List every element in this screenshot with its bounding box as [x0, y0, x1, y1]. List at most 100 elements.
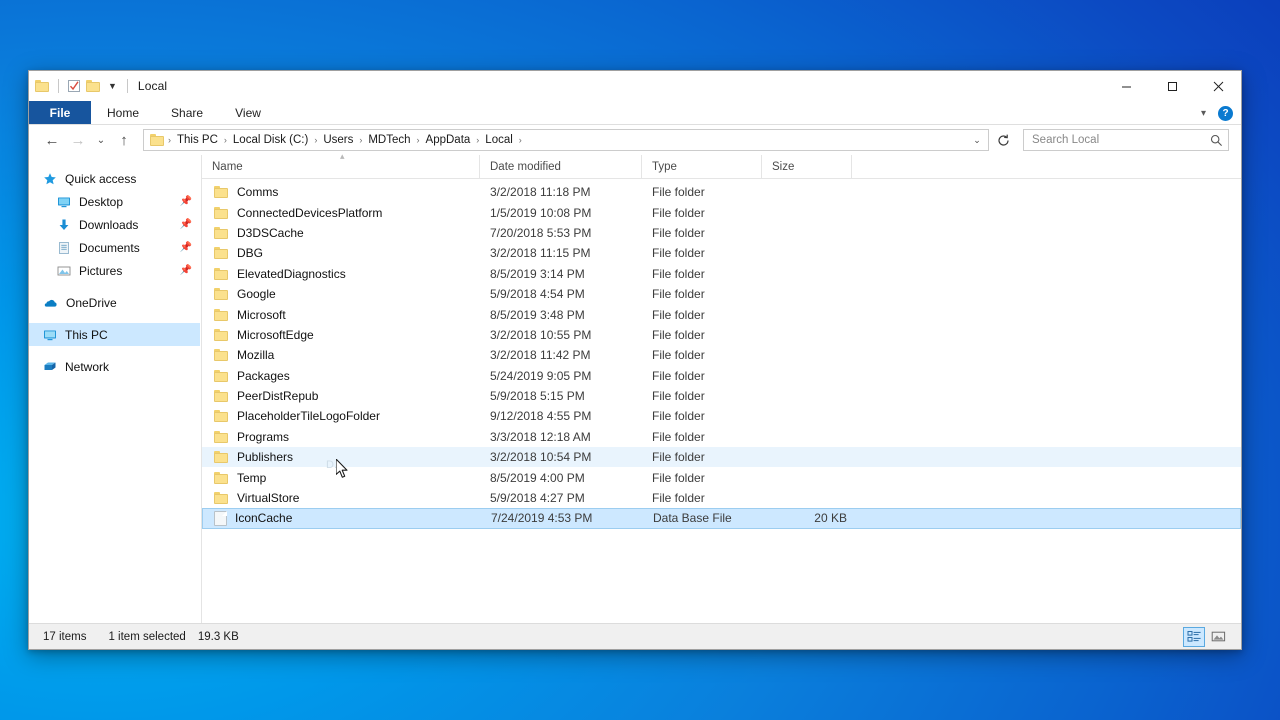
table-row[interactable]: ElevatedDiagnostics 8/5/2019 3:14 PM File … [202, 264, 1241, 284]
search-placeholder: Search Local [1032, 134, 1100, 146]
back-button[interactable]: ← [39, 128, 65, 152]
sidebar-item-label: Documents [79, 240, 140, 255]
pin-icon[interactable]: 📌 [180, 196, 192, 207]
column-header-row: Name ▴ Date modified Type Size [202, 151, 1241, 179]
folder-icon [214, 349, 229, 362]
recent-locations-chevron-icon[interactable]: ⌄ [91, 128, 111, 152]
column-header-size[interactable]: Size [762, 155, 852, 178]
type-cell: File folder [652, 307, 705, 322]
table-row[interactable]: DBG 3/2/2018 11:15 PM File folder [202, 243, 1241, 263]
sidebar-item-desktop[interactable]: Desktop 📌 [29, 190, 200, 213]
tab-file[interactable]: File [29, 101, 91, 124]
breadcrumb-local-disk[interactable]: Local Disk (C:) [228, 133, 313, 147]
tab-share[interactable]: Share [155, 101, 219, 124]
file-rows: Comms 3/2/2018 11:18 PM File folder Connect… [202, 179, 1241, 623]
search-icon[interactable] [1210, 134, 1223, 147]
file-name-cell: PlaceholderTileLogoFolder [202, 409, 480, 423]
table-row[interactable]: Programs 3/3/2018 12:18 AM File folder [202, 427, 1241, 447]
details-view-button[interactable] [1183, 626, 1205, 647]
table-row[interactable]: Packages 5/24/2019 9:05 PM File folder [202, 366, 1241, 386]
sidebar-item-label: Pictures [79, 263, 123, 278]
file-name-cell: D3DSCache [202, 226, 480, 240]
folder-icon [214, 369, 229, 382]
file-name-label: Programs [237, 429, 290, 444]
table-row[interactable]: Google 5/9/2018 4:54 PM File folder [202, 284, 1241, 304]
address-bar[interactable]: › This PC › Local Disk (C:) › Users › MD… [143, 129, 989, 151]
date-modified-cell: 5/9/2018 4:54 PM [490, 287, 585, 302]
nav-spacer-2 [29, 314, 200, 323]
properties-icon[interactable] [67, 79, 81, 93]
file-name-label: Microsoft [237, 307, 286, 322]
type-cell: File folder [652, 205, 705, 220]
file-name-cell: Comms [202, 185, 480, 199]
folder-icon [214, 328, 229, 341]
date-modified-cell: 3/2/2018 10:55 PM [490, 327, 592, 342]
table-row[interactable]: MicrosoftEdge 3/2/2018 10:55 PM File folde… [202, 325, 1241, 345]
refresh-button[interactable] [991, 128, 1015, 152]
close-button[interactable] [1195, 71, 1241, 101]
column-header-name[interactable]: Name ▴ [202, 151, 480, 178]
table-row[interactable]: D3DSCache 7/20/2018 5:53 PM File folder [202, 223, 1241, 243]
tab-home[interactable]: Home [91, 101, 155, 124]
file-name-label: Packages [237, 368, 290, 383]
status-selection-size: 19.3 KB [197, 630, 239, 643]
pin-icon[interactable]: 📌 [180, 219, 192, 230]
table-row[interactable]: Temp 8/5/2019 4:00 PM File folder [202, 467, 1241, 487]
breadcrumb-local[interactable]: Local [480, 133, 518, 147]
type-cell: File folder [652, 429, 705, 444]
column-header-type[interactable]: Type [642, 155, 762, 178]
sidebar-item-label: This PC [65, 327, 108, 342]
folder-icon [214, 226, 229, 239]
table-row[interactable]: Microsoft 8/5/2019 3:48 PM File folder [202, 304, 1241, 324]
table-row[interactable]: IconCache 7/24/2019 4:53 PM Data Base File… [202, 508, 1241, 529]
file-name-cell: Packages [202, 369, 480, 383]
sidebar-item-label: OneDrive [66, 295, 117, 310]
table-row[interactable]: VirtualStore 5/9/2018 4:27 PM File folder [202, 488, 1241, 508]
sidebar-item-downloads[interactable]: Downloads 📌 [29, 213, 200, 236]
status-item-count: 17 items [43, 630, 87, 643]
date-modified-cell: 7/20/2018 5:53 PM [490, 225, 592, 240]
table-row[interactable]: PlaceholderTileLogoFolder 9/12/2018 4:55 … [202, 406, 1241, 426]
breadcrumb-users[interactable]: Users [318, 133, 358, 147]
table-row[interactable]: PeerDistRepub 5/9/2018 5:15 PM File folder [202, 386, 1241, 406]
file-list-area: Name ▴ Date modified Type Size Comms 3/2/… [201, 151, 1241, 623]
tab-view[interactable]: View [219, 101, 277, 124]
minimize-button[interactable] [1103, 71, 1149, 101]
help-icon[interactable]: ? [1218, 105, 1233, 121]
column-header-label: Size [772, 160, 795, 173]
folder-icon[interactable] [35, 79, 50, 93]
breadcrumb-mdtech[interactable]: MDTech [363, 133, 415, 147]
sidebar-item-network[interactable]: Network [29, 355, 200, 378]
ribbon-tab-bar: File Home Share View ▾ ? [29, 101, 1241, 125]
file-name-cell: VirtualStore [202, 491, 480, 505]
sidebar-item-this-pc[interactable]: This PC [29, 323, 200, 346]
new-folder-icon[interactable] [86, 79, 101, 93]
table-row[interactable]: Mozilla 3/2/2018 11:42 PM File folder [202, 345, 1241, 365]
pin-icon[interactable]: 📌 [180, 265, 192, 276]
type-cell: File folder [652, 327, 705, 342]
ribbon-collapse-chevron-icon[interactable]: ▾ [1201, 108, 1206, 119]
maximize-button[interactable] [1149, 71, 1195, 101]
pin-icon[interactable]: 📌 [180, 242, 192, 253]
view-toggle-group [1183, 626, 1229, 647]
address-dropdown-chevron-icon[interactable]: ⌄ [968, 135, 986, 146]
up-button[interactable]: ↑ [111, 128, 137, 152]
column-header-date-modified[interactable]: Date modified [480, 155, 642, 178]
file-name-label: Publishers [237, 450, 294, 465]
table-row[interactable]: Comms 3/2/2018 11:18 PM File folder [202, 182, 1241, 202]
explorer-body: Quick access Desktop 📌 Downloads 📌 Docum… [29, 151, 1241, 623]
table-row[interactable]: ConnectedDevicesPlatform 1/5/2019 10:08 P… [202, 202, 1241, 222]
downloads-icon [57, 218, 71, 232]
table-row[interactable]: Publishers 3/2/2018 10:54 PM File folder [202, 447, 1241, 468]
large-icons-view-button[interactable] [1207, 627, 1229, 647]
sidebar-item-pictures[interactable]: Pictures 📌 [29, 259, 200, 282]
breadcrumb-appdata[interactable]: AppData [421, 133, 476, 147]
file-name-cell: Google [202, 287, 480, 301]
search-input[interactable]: Search Local [1023, 129, 1229, 151]
sidebar-item-documents[interactable]: Documents 📌 [29, 236, 200, 259]
chevron-down-icon[interactable]: ▼ [106, 81, 119, 91]
sidebar-item-onedrive[interactable]: OneDrive [29, 291, 200, 314]
folder-icon [214, 430, 229, 443]
breadcrumb-this-pc[interactable]: This PC [172, 133, 223, 147]
sidebar-item-quick-access[interactable]: Quick access [29, 167, 200, 190]
